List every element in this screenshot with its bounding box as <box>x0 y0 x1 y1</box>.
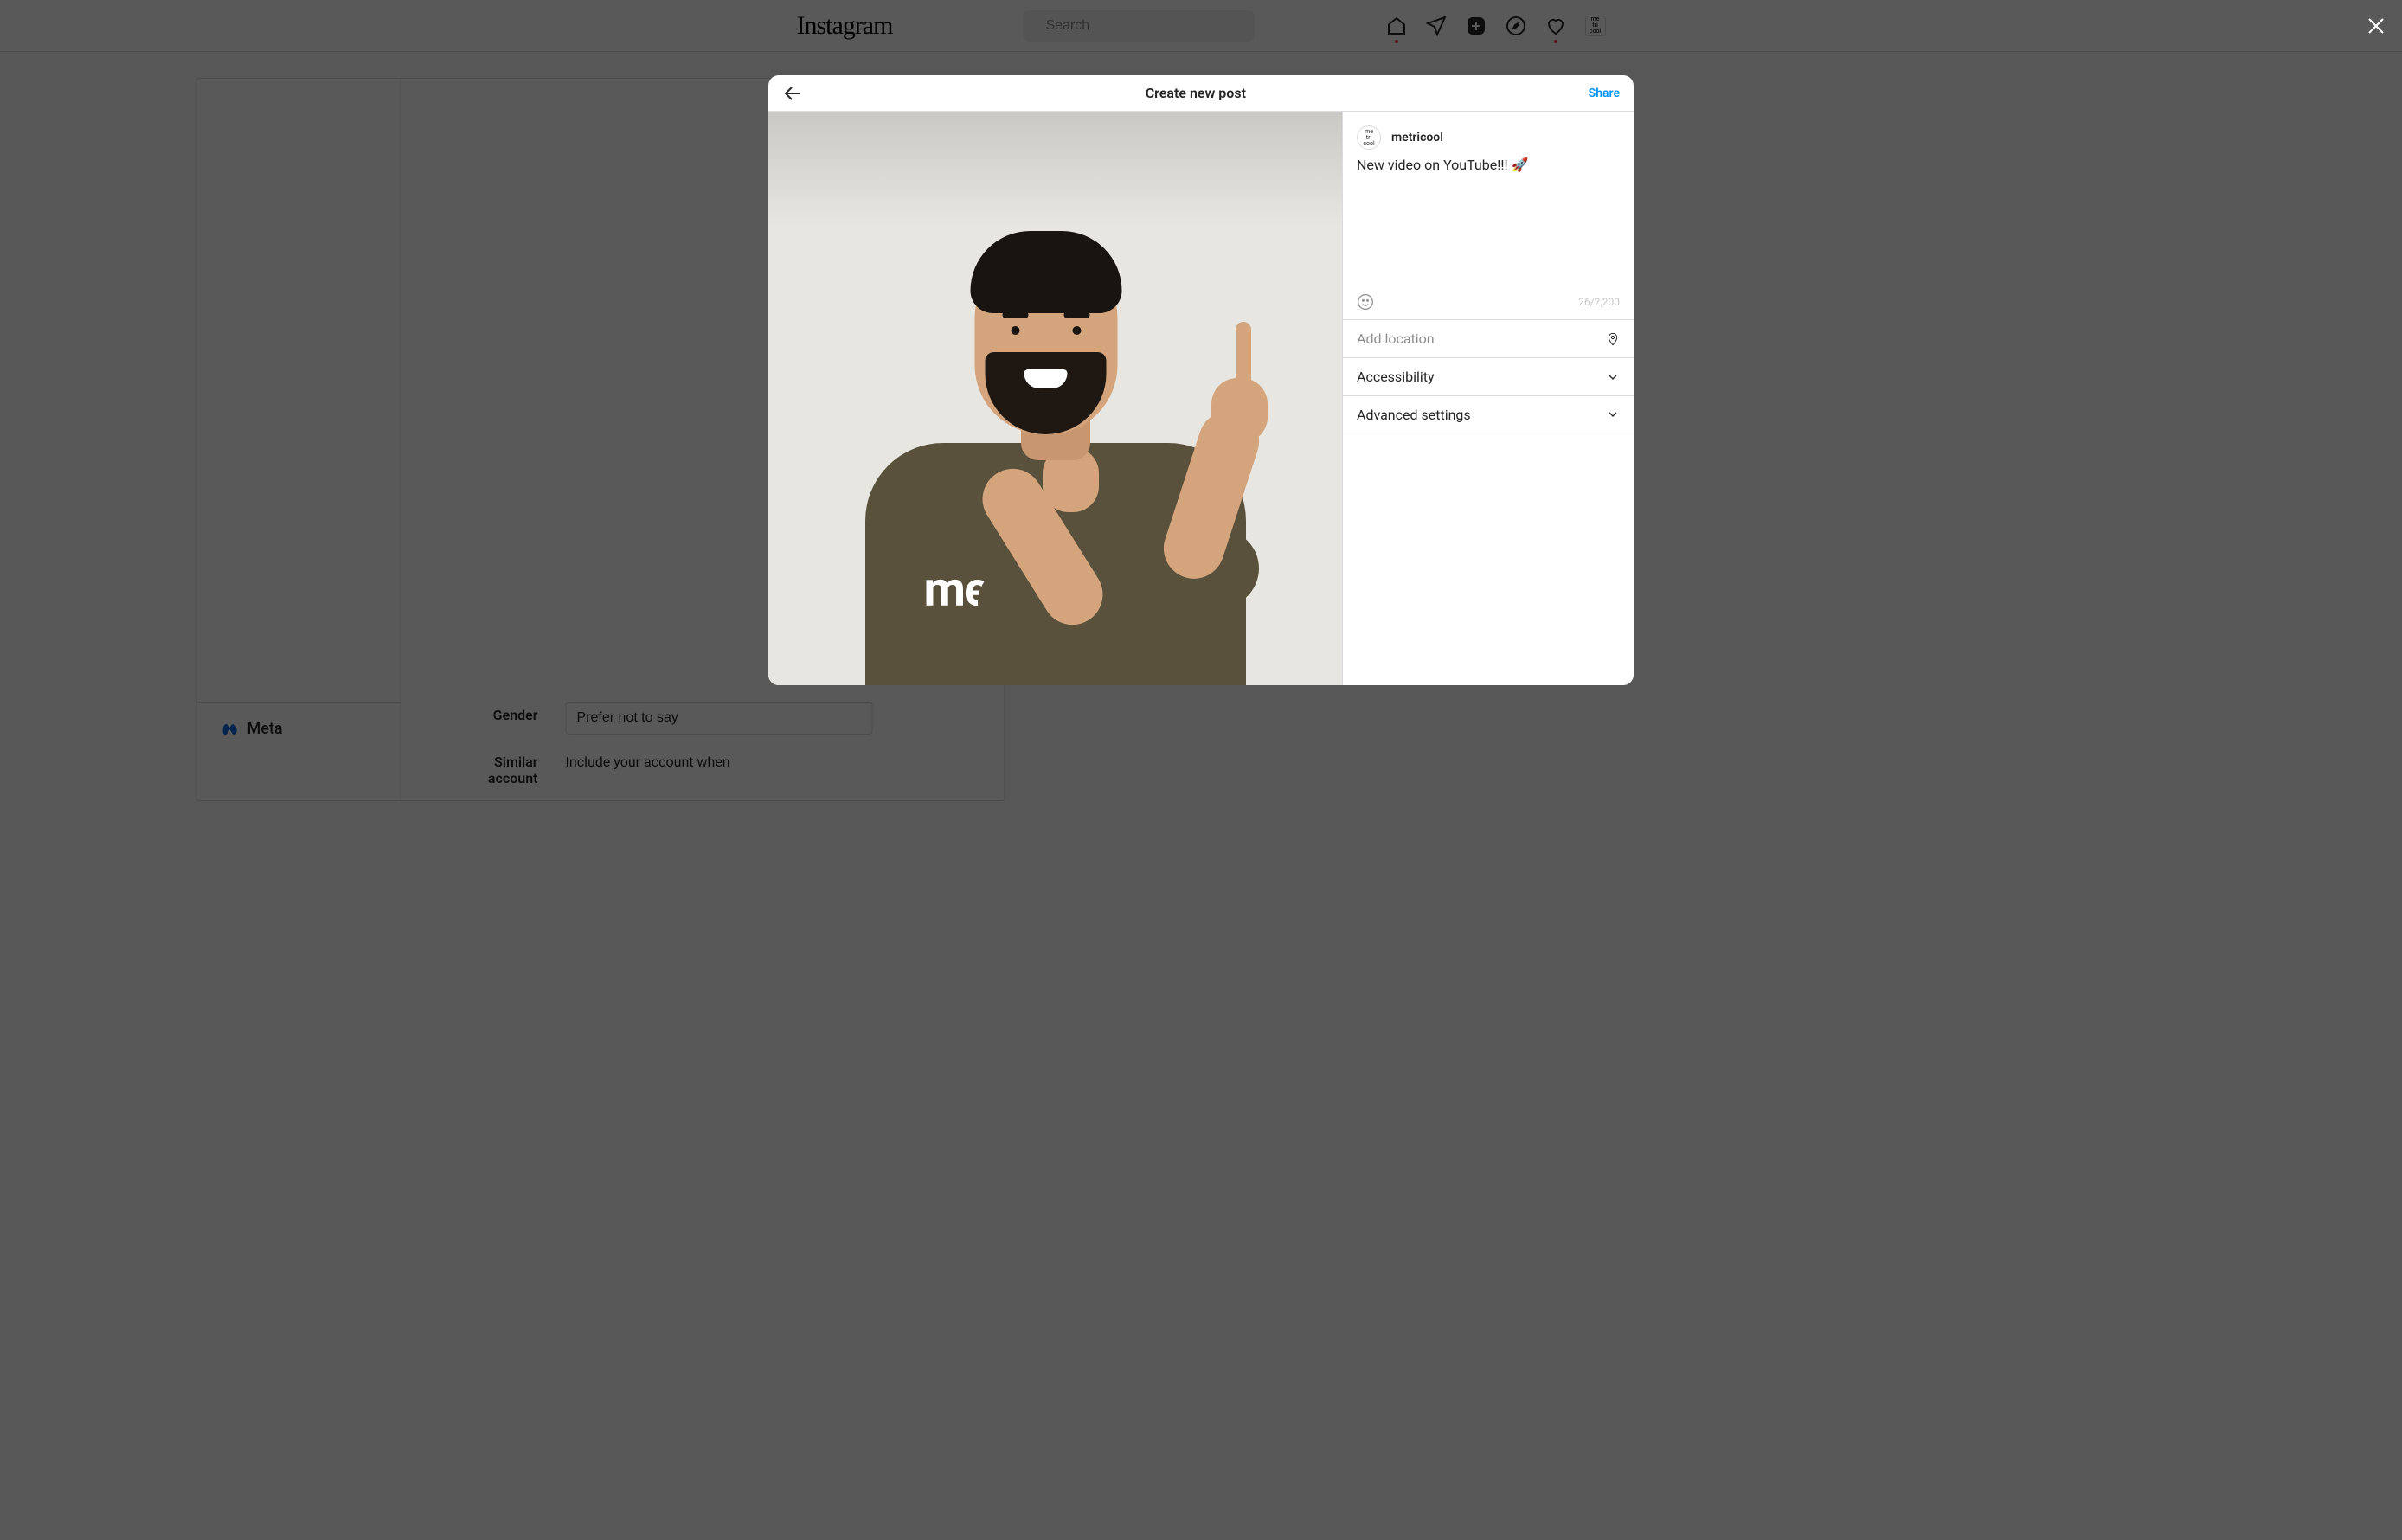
modal-title: Create new post <box>1146 85 1246 101</box>
location-icon <box>1606 332 1620 346</box>
post-details-pane: me tri cool metricool 26/2,200 Add locat… <box>1342 112 1634 685</box>
media-preview[interactable]: met <box>768 112 1342 685</box>
advanced-settings-row[interactable]: Advanced settings <box>1343 395 1634 433</box>
emoji-icon[interactable] <box>1357 293 1374 311</box>
chevron-down-icon <box>1606 370 1620 384</box>
user-row: me tri cool metricool <box>1343 112 1634 157</box>
character-count: 26/2,200 <box>1578 296 1620 308</box>
chevron-down-icon <box>1606 407 1620 421</box>
back-button[interactable] <box>782 83 803 104</box>
close-icon[interactable] <box>2366 16 2386 36</box>
caption-input[interactable] <box>1357 157 1620 286</box>
user-avatar[interactable]: me tri cool <box>1357 125 1381 150</box>
location-placeholder: Add location <box>1357 330 1435 347</box>
modal-header: Create new post Share <box>768 75 1634 112</box>
create-post-modal: Create new post Share met <box>768 75 1634 685</box>
share-button[interactable]: Share <box>1589 87 1620 100</box>
accessibility-row[interactable]: Accessibility <box>1343 357 1634 395</box>
accessibility-label: Accessibility <box>1357 369 1435 385</box>
username[interactable]: metricool <box>1391 131 1443 144</box>
photo-person: met <box>831 201 1281 685</box>
advanced-label: Advanced settings <box>1357 407 1471 423</box>
add-location-row[interactable]: Add location <box>1343 319 1634 357</box>
